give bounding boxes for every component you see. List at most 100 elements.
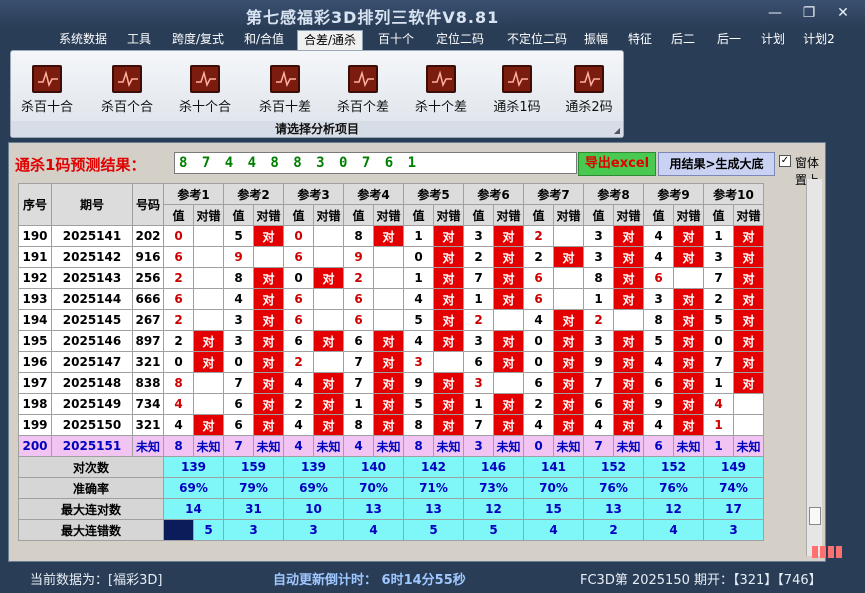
header-ref: 参考7 bbox=[523, 183, 584, 205]
cell-result-miss bbox=[193, 393, 224, 415]
cell-value: 8 bbox=[343, 414, 374, 436]
table-row[interactable]: 194 2025145 267 2 3 对 6 6 5 对 2 4 对 2 8 对 5 对 bbox=[18, 309, 764, 331]
menu-item-5[interactable]: 百十个 bbox=[375, 30, 417, 50]
cell-period: 2025142 bbox=[51, 246, 133, 268]
cell-result-hit: 对 bbox=[253, 414, 284, 436]
table-row[interactable]: 193 2025144 666 6 4 对 6 6 4 对 1 对 6 1 对 3 对 2 对 bbox=[18, 288, 764, 310]
table-row[interactable]: 192 2025143 256 2 8 对 0 对 2 1 对 7 对 6 8 对 6 7 对 bbox=[18, 267, 764, 289]
cell-value: 4 bbox=[163, 393, 194, 415]
ribbon-button-label: 杀十个差 bbox=[414, 100, 467, 115]
cell-value: 0 bbox=[703, 330, 734, 352]
export-excel-button[interactable]: 导出excel bbox=[578, 152, 656, 176]
header-ref: 参考8 bbox=[583, 183, 644, 205]
cell-result-miss bbox=[313, 309, 344, 331]
cell-value: 4 bbox=[403, 330, 434, 352]
cell-value: 4 bbox=[223, 288, 254, 310]
header-result: 对错 bbox=[313, 204, 344, 226]
vertical-scrollbar[interactable] bbox=[806, 179, 822, 556]
ribbon-button-2[interactable]: 杀十个合 bbox=[173, 65, 237, 121]
menu-item-3[interactable]: 和/合值 bbox=[240, 30, 288, 50]
cell-value: 3 bbox=[583, 225, 614, 247]
menu-item-2[interactable]: 跨度/复式 bbox=[167, 30, 229, 50]
cell-result-miss bbox=[313, 225, 344, 247]
ribbon-expand-icon[interactable]: ◢ bbox=[614, 126, 620, 135]
header-code: 号码 bbox=[132, 183, 164, 226]
stats-value: 159 bbox=[223, 456, 284, 478]
stats-value: 13 bbox=[403, 498, 464, 520]
generate-base-button[interactable]: 用结果>生成大底 bbox=[658, 152, 775, 176]
stats-value: 76% bbox=[643, 477, 704, 499]
cell-result-miss bbox=[193, 246, 224, 268]
prediction-result-field[interactable]: 8 7 4 4 8 8 3 0 7 6 1 bbox=[174, 152, 577, 174]
stats-value: 141 bbox=[523, 456, 584, 478]
table-row[interactable]: 197 2025148 838 8 7 对 4 对 7 对 9 对 3 6 对 7 对 6 对 1 对 bbox=[18, 372, 764, 394]
cell-result-hit: 对 bbox=[253, 330, 284, 352]
table-row[interactable]: 191 2025142 916 6 9 6 9 0 对 2 对 2 对 3 对 4 对 3 对 bbox=[18, 246, 764, 268]
cell-seq: 199 bbox=[18, 414, 52, 436]
cell-value: 4 bbox=[583, 414, 614, 436]
menu-item-4[interactable]: 合差/通杀 bbox=[297, 30, 363, 50]
cell-value: 3 bbox=[463, 225, 494, 247]
cell-result-miss bbox=[553, 225, 584, 247]
stats-label: 最大连对数 bbox=[18, 498, 164, 520]
table-row-pending[interactable]: 200 2025151 未知 8 未知 7 未知 4 未知 4 未知 8 未知 3 未知 0 未知 7 未知 6 未知 1… bbox=[18, 435, 764, 457]
menu-item-0[interactable]: 系统数据 bbox=[56, 30, 110, 50]
ribbon-button-6[interactable]: 通杀1码 bbox=[485, 65, 549, 121]
cell-result-hit: 对 bbox=[373, 330, 404, 352]
menu-item-1[interactable]: 工具 bbox=[124, 30, 154, 50]
ribbon-button-3[interactable]: 杀百十差 bbox=[253, 65, 317, 121]
cell-result-unknown: 未知 bbox=[193, 435, 224, 457]
cell-code: 734 bbox=[132, 393, 164, 415]
cell-value: 9 bbox=[223, 246, 254, 268]
cell-result-hit: 对 bbox=[253, 372, 284, 394]
ribbon-button-5[interactable]: 杀十个差 bbox=[409, 65, 473, 121]
ribbon-button-4[interactable]: 杀百个差 bbox=[331, 65, 395, 121]
cell-result-miss bbox=[493, 309, 524, 331]
menu-item-11[interactable]: 后一 bbox=[713, 30, 745, 50]
restore-button[interactable]: ❐ bbox=[796, 4, 822, 22]
menu-item-6[interactable]: 定位二码 bbox=[432, 30, 488, 50]
minimize-button[interactable]: — bbox=[762, 4, 788, 22]
stats-value: 142 bbox=[403, 456, 464, 478]
cell-code: 267 bbox=[132, 309, 164, 331]
cell-result-hit: 对 bbox=[673, 414, 704, 436]
close-button[interactable]: ✕ bbox=[830, 4, 856, 22]
cell-value: 1 bbox=[703, 414, 734, 436]
table-row[interactable]: 196 2025147 321 0 对 0 对 2 7 对 3 6 对 0 对 9 对 4 对 7 对 bbox=[18, 351, 764, 373]
menu-item-9[interactable]: 特征 bbox=[624, 30, 656, 50]
ribbon-button-0[interactable]: 杀百十合 bbox=[15, 65, 79, 121]
cell-result-hit: 对 bbox=[313, 393, 344, 415]
table-row[interactable]: 198 2025149 734 4 6 对 2 对 1 对 5 对 1 对 2 对 6 对 9 对 4 bbox=[18, 393, 764, 415]
cell-value: 6 bbox=[523, 372, 554, 394]
stats-value: 149 bbox=[703, 456, 764, 478]
table-row[interactable]: 195 2025146 897 2 对 3 对 6 对 6 对 4 对 3 对 0 对 3 对 5 对 0 对 bbox=[18, 330, 764, 352]
table-row[interactable]: 199 2025150 321 4 对 6 对 4 对 8 对 8 对 7 对 4 对 4 对 4 对 1 bbox=[18, 414, 764, 436]
cell-result-hit: 对 bbox=[433, 225, 464, 247]
cell-result-miss bbox=[733, 393, 764, 415]
cell-value: 0 bbox=[163, 351, 194, 373]
cell-result-hit: 对 bbox=[733, 309, 764, 331]
menu-item-12[interactable]: 计划 bbox=[757, 30, 789, 50]
ribbon-button-1[interactable]: 杀百个合 bbox=[95, 65, 159, 121]
cell-value: 3 bbox=[583, 330, 614, 352]
analysis-panel: 通杀1码预测结果： 8 7 4 4 8 8 3 0 7 6 1 导出excel … bbox=[8, 142, 826, 562]
pin-window-checkbox[interactable]: ✓ bbox=[779, 155, 791, 167]
table-row[interactable]: 190 2025141 202 0 5 对 0 8 对 1 对 3 对 2 3 对 4 对 1 对 bbox=[18, 225, 764, 247]
title-bar: 第七感福彩3D排列三软件V8.81 — ❐ ✕ bbox=[0, 0, 865, 28]
menu-item-8[interactable]: 振幅 bbox=[580, 30, 612, 50]
cell-value: 9 bbox=[643, 393, 674, 415]
cell-value: 4 bbox=[283, 372, 314, 394]
menu-item-13[interactable]: 计划2 bbox=[800, 30, 838, 50]
stats-value: 69% bbox=[283, 477, 344, 499]
scrollbar-thumb[interactable] bbox=[809, 507, 821, 525]
cell-value: 3 bbox=[403, 351, 434, 373]
cell-value: 1 bbox=[703, 372, 734, 394]
menu-item-7[interactable]: 不定位二码 bbox=[500, 30, 574, 50]
cell-result-unknown: 未知 bbox=[433, 435, 464, 457]
cell-code: 256 bbox=[132, 267, 164, 289]
ribbon-button-7[interactable]: 通杀2码 bbox=[557, 65, 621, 121]
stats-value: 73% bbox=[463, 477, 524, 499]
cell-value: 4 bbox=[163, 414, 194, 436]
header-value: 值 bbox=[643, 204, 674, 226]
menu-item-10[interactable]: 后二 bbox=[667, 30, 699, 50]
